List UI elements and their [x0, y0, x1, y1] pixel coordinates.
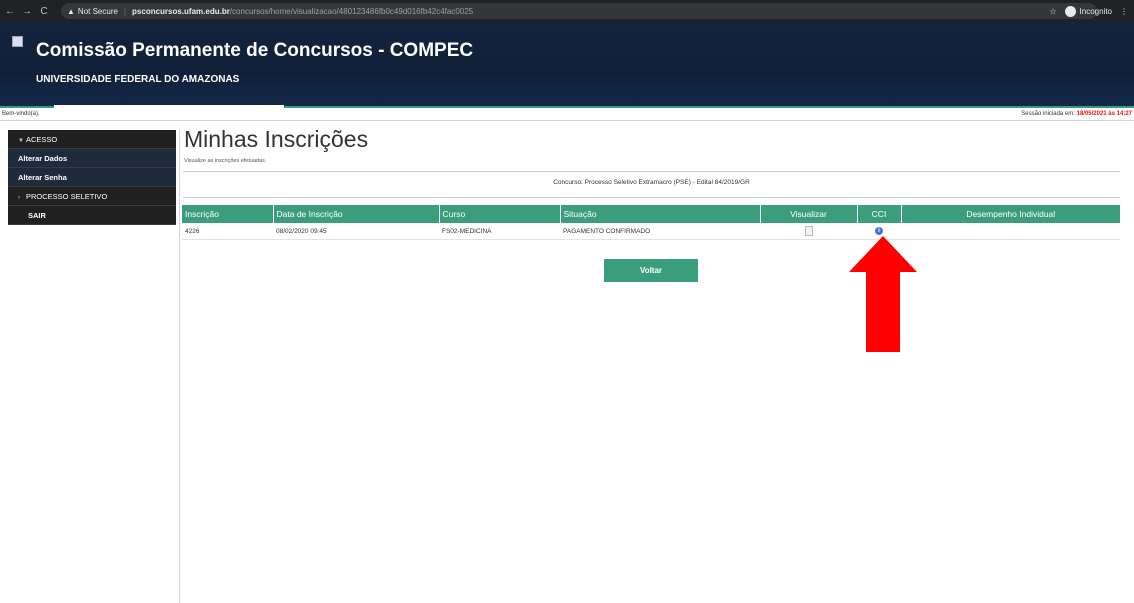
- caret-right-icon: ›: [18, 195, 20, 201]
- sidebar-item-alterar-dados[interactable]: Alterar Dados: [8, 149, 176, 168]
- kebab-menu-icon[interactable]: ⋮: [1120, 7, 1128, 16]
- cell-situacao: PAGAMENTO CONFIRMADO: [560, 223, 760, 240]
- sidebar-item-alterar-senha[interactable]: Alterar Senha: [8, 168, 176, 187]
- header-title: Comissão Permanente de Concursos - COMPE…: [36, 40, 474, 61]
- page-title: Minhas Inscrições: [184, 126, 369, 152]
- not-secure-label: Not Secure: [77, 6, 118, 16]
- sidebar-item-sair[interactable]: SAIR: [8, 206, 176, 225]
- address-separator: |: [123, 6, 127, 16]
- column-header-desempenho: Desempenho Individual: [900, 205, 1120, 223]
- column-header-cci: CCI: [856, 205, 901, 223]
- logo-image: [12, 36, 23, 47]
- url-path: /concursos/home/visualizacao/480123486fb…: [229, 6, 474, 16]
- warning-icon: ▲: [67, 6, 75, 16]
- url-host: psconcursos.ufam.edu.br: [132, 6, 230, 16]
- star-icon[interactable]: ☆: [1049, 7, 1056, 16]
- sidebar-item-label: SAIR: [28, 211, 46, 220]
- registrations-table: Inscrição Data de Inscrição Curso Situaç…: [182, 205, 1120, 240]
- reload-icon[interactable]: C: [37, 6, 51, 17]
- sidebar-menu: ▼ ACESSO Alterar Dados Alterar Senha › PRO…: [8, 130, 176, 225]
- back-arrow-icon[interactable]: ←: [3, 6, 17, 17]
- sidebar-item-label: ACESSO: [26, 135, 58, 144]
- welcome-text: Bem-vindo(a),: [2, 111, 40, 117]
- browser-toolbar: ← → C ▲ Not Secure | psconcursos.ufam.ed…: [0, 0, 1134, 22]
- incognito-icon: [1064, 5, 1076, 17]
- divider: [0, 120, 1134, 121]
- cell-desempenho: [901, 223, 1120, 240]
- cell-visualizar: [760, 223, 857, 240]
- sidebar-item-label: Alterar Senha: [18, 173, 67, 182]
- red-arrow-annotation: [849, 236, 917, 352]
- document-icon[interactable]: [804, 226, 813, 236]
- column-header-curso: Curso: [438, 205, 560, 223]
- table-header-row: Inscrição Data de Inscrição Curso Situaç…: [182, 205, 1120, 223]
- table-row: 4226 08/02/2020 09:45 FS02-MEDICINA PAGA…: [182, 223, 1120, 240]
- column-header-visualizar: Visualizar: [759, 205, 857, 223]
- column-header-situacao: Situação: [559, 205, 760, 223]
- header-subtitle: UNIVERSIDADE FEDERAL DO AMAZONAS: [36, 74, 240, 85]
- cell-curso: FS02-MEDICINA: [439, 223, 560, 240]
- session-info: Sessão iniciada em: 18/05/2021 às 14:27: [1021, 111, 1132, 117]
- sidebar-item-processo-seletivo[interactable]: › PROCESSO SELETIVO: [8, 187, 176, 206]
- divider: [183, 171, 1120, 172]
- sidebar-item-acesso[interactable]: ▼ ACESSO: [8, 130, 176, 149]
- site-header: Comissão Permanente de Concursos - COMPE…: [0, 22, 1134, 108]
- session-label: Sessão iniciada em:: [1021, 111, 1075, 117]
- incognito-label: Incognito: [1079, 6, 1112, 16]
- column-header-inscricao: Inscrição: [182, 205, 273, 223]
- info-icon[interactable]: i: [875, 227, 883, 235]
- sidebar-item-label: Alterar Dados: [18, 154, 68, 163]
- sidebar-item-label: PROCESSO SELETIVO: [26, 192, 108, 201]
- column-header-data: Data de Inscrição: [272, 205, 439, 223]
- sidebar-divider: [179, 130, 180, 603]
- address-bar[interactable]: ▲ Not Secure | psconcursos.ufam.edu.br/c…: [61, 3, 1097, 19]
- forward-arrow-icon[interactable]: →: [20, 6, 34, 17]
- divider: [183, 197, 1120, 198]
- page-subtitle: Visualize as inscrições efetuadas.: [184, 158, 267, 164]
- cell-inscricao: 4226: [182, 223, 273, 240]
- contest-title: Concurso: Processo Seletivo Extramacro (…: [553, 179, 750, 186]
- cell-data: 08/02/2020 09:45: [273, 223, 439, 240]
- back-button[interactable]: Voltar: [604, 259, 698, 282]
- header-tab-indicator: [54, 105, 284, 108]
- incognito-badge[interactable]: Incognito: [1064, 5, 1112, 17]
- session-value: 18/05/2021 às 14:27: [1076, 111, 1132, 117]
